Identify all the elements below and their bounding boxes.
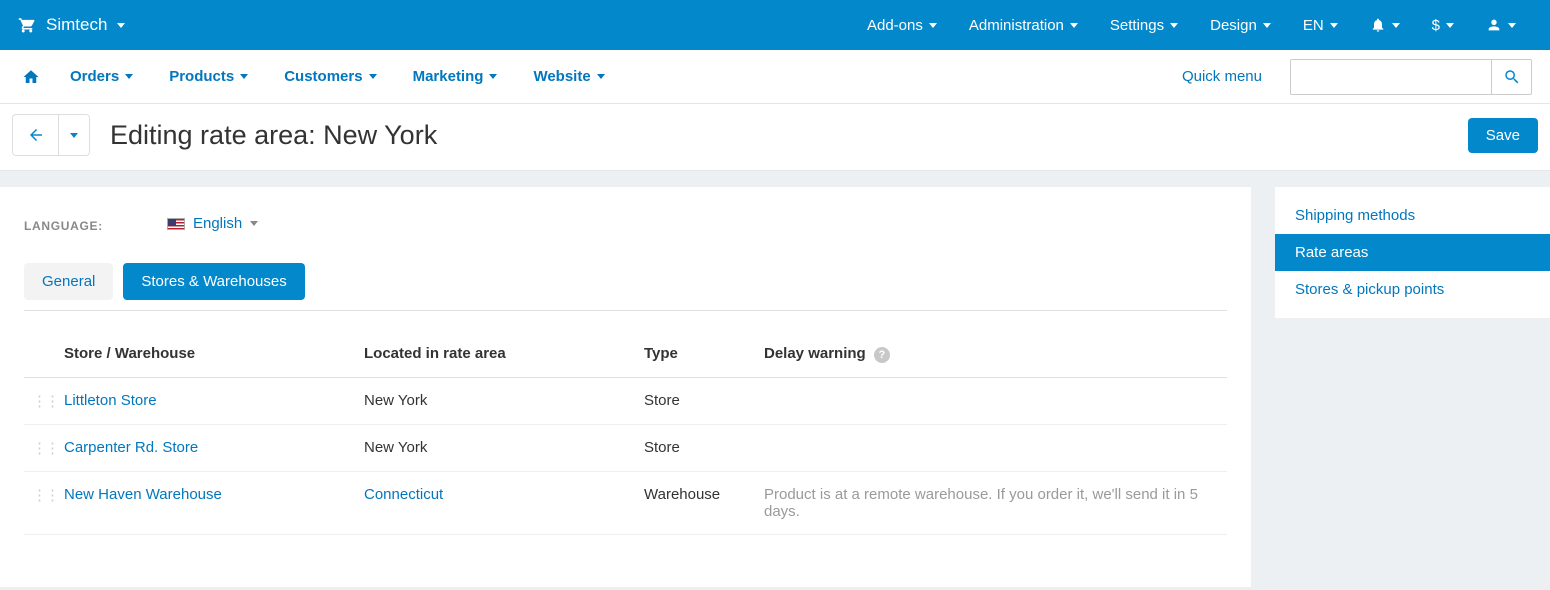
search-input[interactable] <box>1291 60 1491 94</box>
nav-marketing-label: Marketing <box>413 68 484 85</box>
nav-orders[interactable]: Orders <box>56 50 147 104</box>
nav-settings[interactable]: Settings <box>1094 0 1194 50</box>
nav-administration-label: Administration <box>969 17 1064 34</box>
col-header-area: Located in rate area <box>356 331 636 378</box>
col-header-delay-label: Delay warning <box>764 345 866 362</box>
rate-area-text: New York <box>364 439 427 456</box>
nav-addons-label: Add-ons <box>867 17 923 34</box>
nav-design-label: Design <box>1210 17 1257 34</box>
nav-currency-label: $ <box>1432 17 1440 34</box>
nav-products[interactable]: Products <box>155 50 262 104</box>
table-row: ⋮⋮ Carpenter Rd. Store New York Store <box>24 424 1227 471</box>
save-button[interactable]: Save <box>1468 118 1538 153</box>
col-header-type: Type <box>636 331 756 378</box>
home-icon <box>22 68 40 86</box>
tab-stores-warehouses[interactable]: Stores & Warehouses <box>123 263 304 300</box>
type-text: Warehouse <box>644 486 720 503</box>
table-row: ⋮⋮ Littleton Store New York Store <box>24 377 1227 424</box>
store-link[interactable]: Carpenter Rd. Store <box>64 439 198 456</box>
language-label: LANGUAGE: <box>24 219 103 233</box>
table-row: ⋮⋮ New Haven Warehouse Connecticut Warehous… <box>24 471 1227 534</box>
caret-down-icon <box>1508 23 1516 28</box>
nav-products-label: Products <box>169 68 234 85</box>
col-header-delay: Delay warning ? <box>756 331 1227 378</box>
caret-down-icon <box>1263 23 1271 28</box>
back-button[interactable] <box>13 115 59 155</box>
caret-down-icon <box>489 74 497 79</box>
nav-administration[interactable]: Administration <box>953 0 1094 50</box>
caret-down-icon <box>1446 23 1454 28</box>
type-text: Store <box>644 392 680 409</box>
language-selector[interactable]: English <box>167 215 258 232</box>
sidebar-item[interactable]: Rate areas <box>1275 234 1550 271</box>
nav-customers[interactable]: Customers <box>270 50 390 104</box>
nav-notifications[interactable] <box>1354 0 1416 50</box>
brand-label: Simtech <box>46 15 107 35</box>
caret-down-icon <box>240 74 248 79</box>
nav-website[interactable]: Website <box>519 50 618 104</box>
nav-language-label: EN <box>1303 17 1324 34</box>
caret-down-icon <box>125 74 133 79</box>
nav-home[interactable] <box>18 50 48 104</box>
quick-menu-link[interactable]: Quick menu <box>1182 68 1282 85</box>
arrow-left-icon <box>27 126 45 144</box>
caret-down-icon <box>70 133 78 138</box>
caret-down-icon <box>250 221 258 226</box>
page-title: Editing rate area: New York <box>98 120 437 151</box>
caret-down-icon <box>369 74 377 79</box>
nav-currency[interactable]: $ <box>1416 0 1470 50</box>
flag-us-icon <box>167 218 185 230</box>
search-icon <box>1503 68 1521 86</box>
caret-down-icon <box>1392 23 1400 28</box>
drag-handle-icon[interactable]: ⋮⋮ <box>32 486 48 504</box>
tab-general[interactable]: General <box>24 263 113 300</box>
nav-account[interactable] <box>1470 0 1532 50</box>
language-value: English <box>193 215 242 232</box>
drag-handle-icon[interactable]: ⋮⋮ <box>32 392 48 410</box>
cart-icon <box>18 16 36 34</box>
sidebar-item[interactable]: Shipping methods <box>1275 197 1550 234</box>
caret-down-icon <box>117 23 125 28</box>
store-link[interactable]: New Haven Warehouse <box>64 486 222 503</box>
user-icon <box>1486 17 1502 33</box>
delay-text: Product is at a remote warehouse. If you… <box>764 486 1198 520</box>
rate-area-text: New York <box>364 392 427 409</box>
nav-settings-label: Settings <box>1110 17 1164 34</box>
help-icon[interactable]: ? <box>874 347 890 363</box>
store-link[interactable]: Littleton Store <box>64 392 157 409</box>
nav-language[interactable]: EN <box>1287 0 1354 50</box>
brand-dropdown[interactable]: Simtech <box>18 15 125 35</box>
caret-down-icon <box>597 74 605 79</box>
caret-down-icon <box>1070 23 1078 28</box>
drag-handle-icon[interactable]: ⋮⋮ <box>32 439 48 457</box>
nav-design[interactable]: Design <box>1194 0 1287 50</box>
search-button[interactable] <box>1491 60 1531 94</box>
nav-orders-label: Orders <box>70 68 119 85</box>
bell-icon <box>1370 17 1386 33</box>
type-text: Store <box>644 439 680 456</box>
caret-down-icon <box>1330 23 1338 28</box>
back-dropdown[interactable] <box>59 115 89 155</box>
nav-addons[interactable]: Add-ons <box>851 0 953 50</box>
nav-customers-label: Customers <box>284 68 362 85</box>
caret-down-icon <box>1170 23 1178 28</box>
col-header-name: Store / Warehouse <box>56 331 356 378</box>
nav-marketing[interactable]: Marketing <box>399 50 512 104</box>
sidebar-item[interactable]: Stores & pickup points <box>1275 271 1550 308</box>
nav-website-label: Website <box>533 68 590 85</box>
caret-down-icon <box>929 23 937 28</box>
rate-area-link[interactable]: Connecticut <box>364 486 443 503</box>
